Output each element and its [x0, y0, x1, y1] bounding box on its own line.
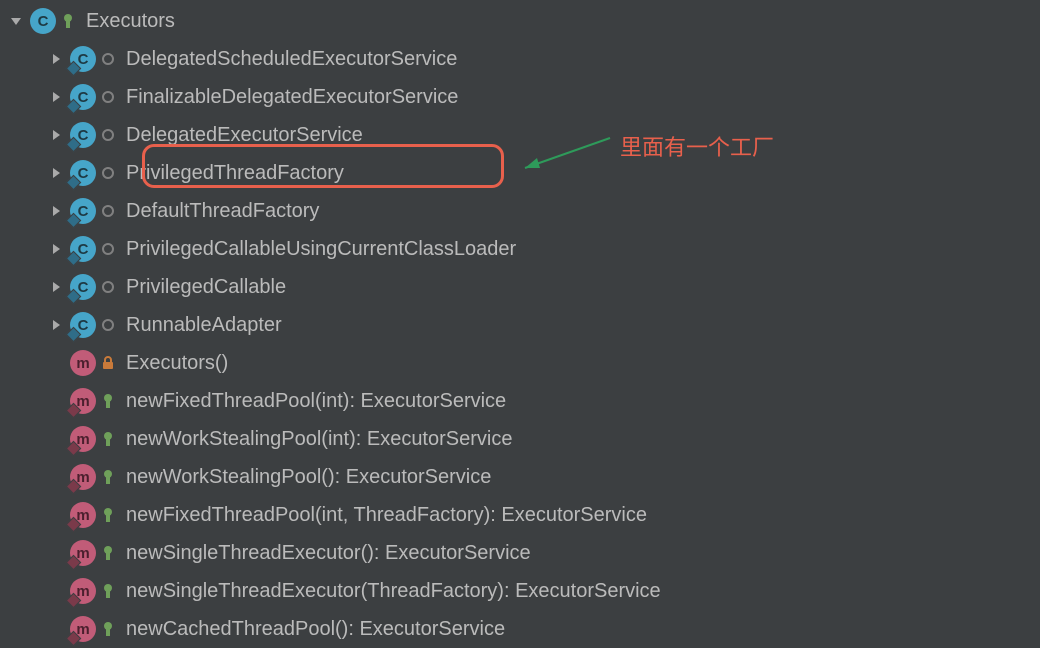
method-icon: m: [70, 388, 96, 414]
private-modifier-icon: [100, 356, 116, 370]
tree-item-method[interactable]: m newCachedThreadPool(): ExecutorService: [0, 610, 1040, 648]
method-icon: m: [70, 616, 96, 642]
tree-item-label: newFixedThreadPool(int, ThreadFactory): …: [126, 504, 647, 527]
expand-arrow-right-icon[interactable]: [48, 89, 64, 105]
public-modifier-icon: [100, 546, 116, 560]
public-modifier-icon: [100, 470, 116, 484]
tree-item-class[interactable]: C DelegatedExecutorService: [0, 116, 1040, 154]
tree-item-label: FinalizableDelegatedExecutorService: [126, 86, 458, 109]
tree-item-label: PrivilegedThreadFactory: [126, 162, 344, 185]
expand-arrow-right-icon[interactable]: [48, 203, 64, 219]
tree-item-method[interactable]: m newFixedThreadPool(int, ThreadFactory)…: [0, 496, 1040, 534]
tree-item-method[interactable]: m newFixedThreadPool(int): ExecutorServi…: [0, 382, 1040, 420]
tree-item-label: newSingleThreadExecutor(): ExecutorServi…: [126, 542, 531, 565]
method-icon: m: [70, 502, 96, 528]
class-icon: C: [70, 236, 96, 262]
tree-item-label: PrivilegedCallable: [126, 276, 286, 299]
tree-item-class[interactable]: C PrivilegedCallableUsingCurrentClassLoa…: [0, 230, 1040, 268]
method-icon: m: [70, 426, 96, 452]
tree-item-root[interactable]: C Executors: [0, 2, 1040, 40]
structure-tree: C Executors C DelegatedScheduledExecutor…: [0, 0, 1040, 648]
package-modifier-icon: [100, 53, 116, 65]
expand-arrow-right-icon[interactable]: [48, 241, 64, 257]
class-icon: C: [30, 8, 56, 34]
method-icon: m: [70, 350, 96, 376]
package-modifier-icon: [100, 91, 116, 103]
package-modifier-icon: [100, 319, 116, 331]
package-modifier-icon: [100, 243, 116, 255]
public-modifier-icon: [100, 394, 116, 408]
package-modifier-icon: [100, 205, 116, 217]
method-icon: m: [70, 540, 96, 566]
expand-arrow-down-icon[interactable]: [8, 13, 24, 29]
tree-item-label: newSingleThreadExecutor(ThreadFactory): …: [126, 580, 661, 603]
tree-item-label: DefaultThreadFactory: [126, 200, 319, 223]
class-icon: C: [70, 274, 96, 300]
tree-item-method[interactable]: m newSingleThreadExecutor(): ExecutorSer…: [0, 534, 1040, 572]
class-icon: C: [70, 198, 96, 224]
tree-item-method[interactable]: m newWorkStealingPool(): ExecutorService: [0, 458, 1040, 496]
public-modifier-icon: [100, 508, 116, 522]
expand-arrow-right-icon[interactable]: [48, 317, 64, 333]
public-modifier-icon: [100, 432, 116, 446]
public-modifier-icon: [100, 622, 116, 636]
tree-item-label: newWorkStealingPool(): ExecutorService: [126, 466, 491, 489]
tree-item-label: PrivilegedCallableUsingCurrentClassLoade…: [126, 238, 516, 261]
tree-item-class[interactable]: C PrivilegedCallable: [0, 268, 1040, 306]
tree-item-label: Executors(): [126, 352, 228, 375]
tree-item-label: newWorkStealingPool(int): ExecutorServic…: [126, 428, 512, 451]
class-icon: C: [70, 84, 96, 110]
tree-item-method[interactable]: m newSingleThreadExecutor(ThreadFactory)…: [0, 572, 1040, 610]
tree-item-label: newFixedThreadPool(int): ExecutorService: [126, 390, 506, 413]
method-icon: m: [70, 464, 96, 490]
package-modifier-icon: [100, 167, 116, 179]
class-icon: C: [70, 122, 96, 148]
class-icon: C: [70, 312, 96, 338]
tree-item-label: RunnableAdapter: [126, 314, 282, 337]
tree-item-label: Executors: [86, 10, 175, 33]
tree-item-method[interactable]: m newWorkStealingPool(int): ExecutorServ…: [0, 420, 1040, 458]
expand-arrow-right-icon[interactable]: [48, 51, 64, 67]
tree-item-label: DelegatedScheduledExecutorService: [126, 48, 457, 71]
tree-item-class[interactable]: C DelegatedScheduledExecutorService: [0, 40, 1040, 78]
public-modifier-icon: [60, 14, 76, 28]
tree-item-class[interactable]: C DefaultThreadFactory: [0, 192, 1040, 230]
method-icon: m: [70, 578, 96, 604]
expand-arrow-right-icon[interactable]: [48, 165, 64, 181]
tree-item-constructor[interactable]: m Executors(): [0, 344, 1040, 382]
class-icon: C: [70, 46, 96, 72]
class-icon: C: [70, 160, 96, 186]
tree-item-class[interactable]: C FinalizableDelegatedExecutorService: [0, 78, 1040, 116]
tree-item-class[interactable]: C PrivilegedThreadFactory: [0, 154, 1040, 192]
expand-arrow-right-icon[interactable]: [48, 127, 64, 143]
public-modifier-icon: [100, 584, 116, 598]
expand-arrow-right-icon[interactable]: [48, 279, 64, 295]
tree-item-class[interactable]: C RunnableAdapter: [0, 306, 1040, 344]
package-modifier-icon: [100, 129, 116, 141]
tree-item-label: newCachedThreadPool(): ExecutorService: [126, 618, 505, 641]
package-modifier-icon: [100, 281, 116, 293]
tree-item-label: DelegatedExecutorService: [126, 124, 363, 147]
